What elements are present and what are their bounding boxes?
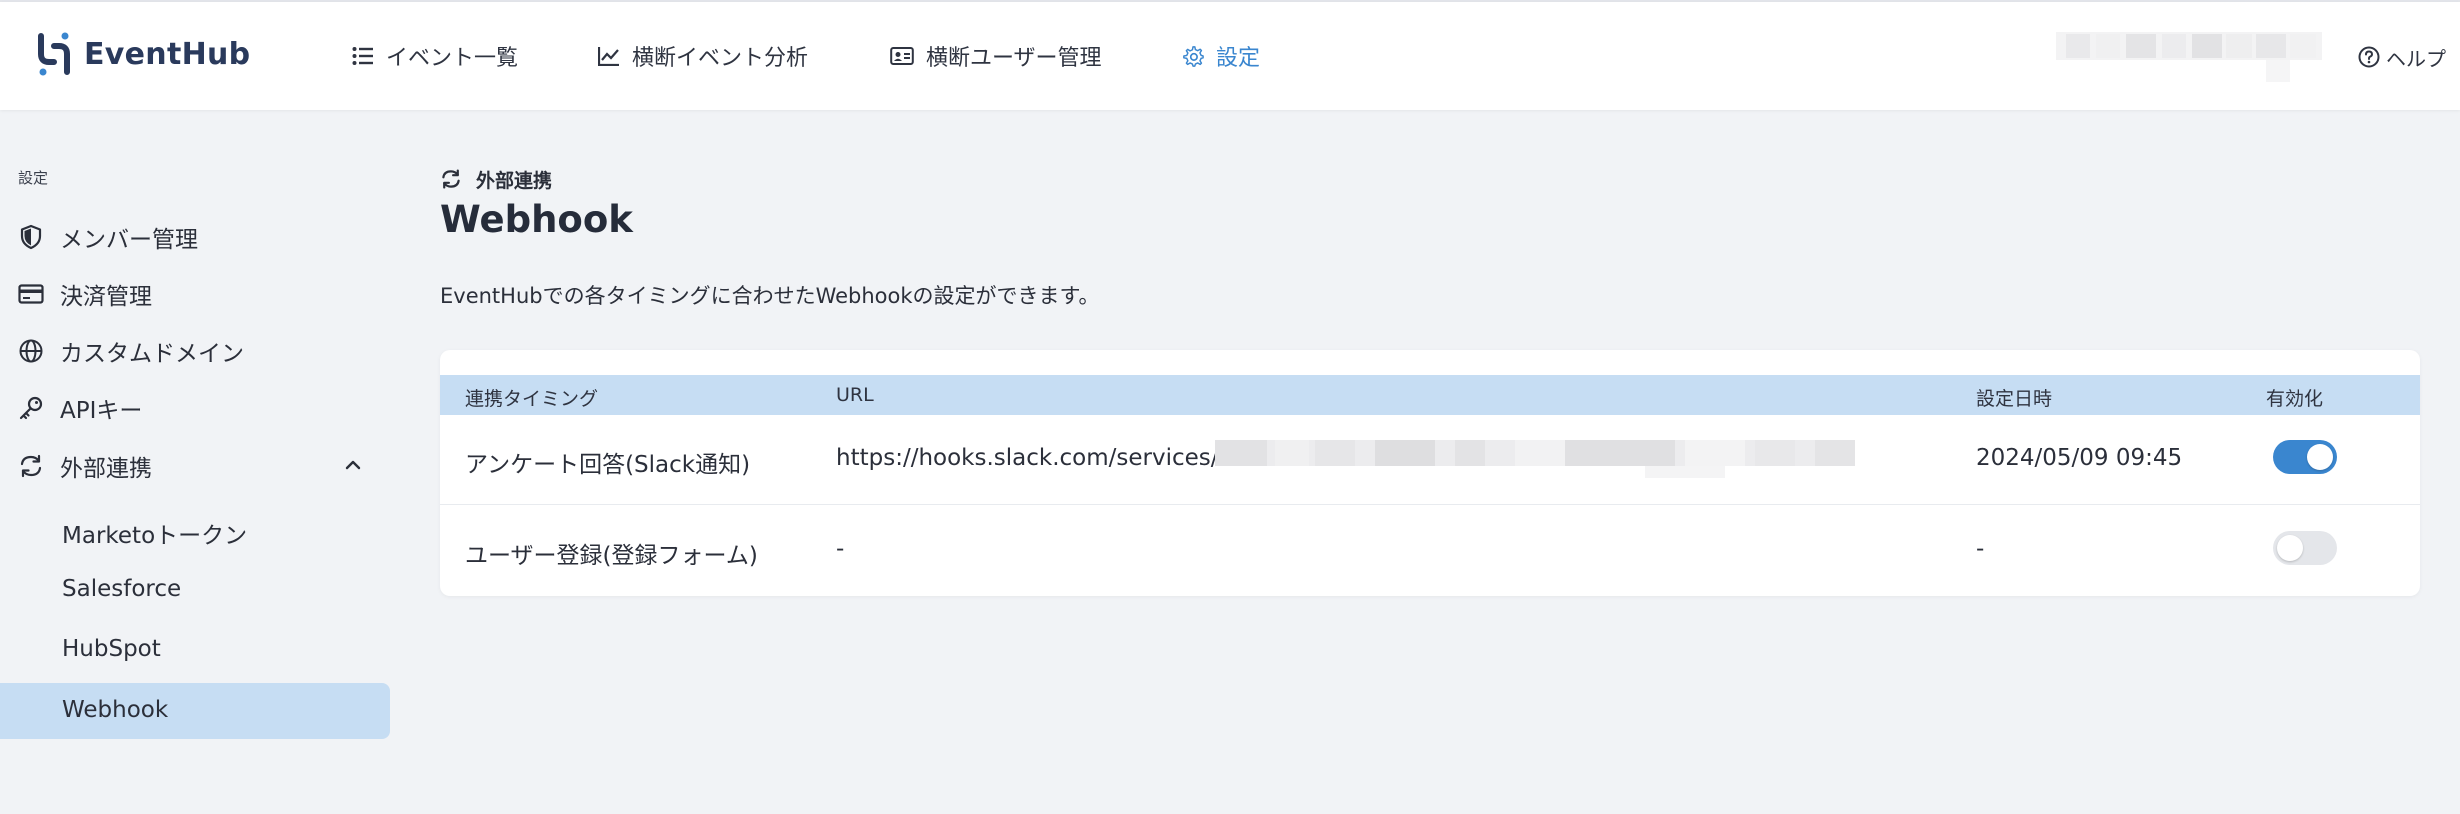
eventhub-logo-icon (38, 32, 70, 76)
cell-url: https://hooks.slack.com/services/ (836, 445, 1219, 471)
sidebar-subitem-hubspot[interactable]: HubSpot (0, 622, 390, 678)
sidebar-section-title: 設定 (18, 169, 49, 187)
column-header-enabled: 有効化 (2266, 388, 2324, 410)
sidebar-subitem-label: Salesforce (62, 576, 182, 602)
page-title: Webhook (440, 198, 633, 241)
url-masked-blur (1215, 440, 1855, 478)
nav-label: 横断ユーザー管理 (926, 46, 1102, 71)
question-circle-icon (2358, 46, 2380, 68)
enable-toggle[interactable] (2273, 440, 2337, 474)
help-link[interactable]: ヘルプ (2358, 40, 2446, 74)
app-name: EventHub (84, 36, 251, 72)
help-label: ヘルプ (2386, 46, 2446, 71)
column-header-datetime: 設定日時 (1976, 388, 2053, 410)
key-icon (19, 396, 43, 420)
table-row[interactable]: アンケート回答(Slack通知) https://hooks.slack.com… (440, 415, 2420, 505)
sidebar-subitem-salesforce[interactable]: Salesforce (0, 562, 390, 618)
sidebar-subitem-label: Webhook (62, 697, 169, 723)
top-header: EventHub イベント一覧 横断イベント分析 横断ユーザー管理 設定 ヘルプ (0, 2, 2460, 110)
shield-icon (20, 224, 42, 250)
column-header-timing: 連携タイミング (465, 388, 599, 410)
chevron-up-icon[interactable] (344, 456, 362, 474)
toggle-knob (2307, 444, 2333, 470)
enable-toggle[interactable] (2273, 531, 2337, 565)
nav-cross-event-analysis[interactable]: 横断イベント分析 (598, 36, 808, 76)
credit-card-icon (18, 284, 44, 304)
app-logo[interactable]: EventHub (34, 32, 250, 76)
nav-event-list[interactable]: イベント一覧 (352, 36, 518, 76)
breadcrumb-label: 外部連携 (476, 169, 553, 192)
cell-timing: アンケート回答(Slack通知) (465, 452, 751, 478)
sidebar-item-label: 決済管理 (60, 284, 152, 310)
sidebar-item-label: メンバー管理 (60, 227, 198, 253)
nav-settings[interactable]: 設定 (1182, 36, 1260, 76)
sync-icon (442, 169, 460, 189)
sidebar-subitem-marketo[interactable]: Marketoトークン (0, 502, 390, 558)
user-menu-masked[interactable] (2056, 30, 2322, 84)
cell-url: - (836, 536, 845, 562)
nav-label: 設定 (1216, 46, 1261, 71)
list-icon (352, 47, 373, 65)
chart-line-icon (598, 47, 619, 66)
sidebar-subitem-webhook[interactable]: Webhook (0, 683, 390, 739)
toggle-knob (2277, 535, 2303, 561)
sidebar-subitem-label: Marketoトークン (62, 523, 248, 549)
sidebar-item-members[interactable]: メンバー管理 (0, 209, 390, 265)
sidebar-item-label: APIキー (60, 398, 143, 424)
cell-timing: ユーザー登録(登録フォーム) (465, 543, 758, 569)
sidebar-item-label: 外部連携 (60, 456, 152, 482)
nav-label: 横断イベント分析 (632, 46, 809, 71)
sidebar-item-integrations[interactable]: 外部連携 (0, 438, 390, 494)
page-description: EventHubでの各タイミングに合わせたWebhookの設定ができます。 (440, 284, 1100, 308)
id-card-icon (890, 47, 914, 65)
breadcrumb: 外部連携 (440, 164, 552, 194)
sidebar-item-label: カスタムドメイン (60, 341, 244, 367)
cell-datetime: - (1976, 536, 1985, 562)
sidebar-item-payment[interactable]: 決済管理 (0, 266, 390, 322)
nav-cross-user-management[interactable]: 横断ユーザー管理 (890, 36, 1102, 76)
webhook-table: 連携タイミング URL 設定日時 有効化 アンケート回答(Slack通知) ht… (440, 350, 2420, 596)
sidebar-item-api-key[interactable]: APIキー (0, 380, 390, 436)
sidebar-subitem-label: HubSpot (62, 636, 161, 662)
gear-icon (1183, 46, 1204, 67)
globe-icon (19, 339, 43, 363)
cell-datetime: 2024/05/09 09:45 (1976, 445, 2183, 471)
table-row[interactable]: ユーザー登録(登録フォーム) - - (440, 506, 2420, 596)
nav-label: イベント一覧 (386, 46, 519, 71)
sync-icon (20, 454, 42, 478)
column-header-url: URL (836, 384, 874, 406)
sidebar-item-custom-domain[interactable]: カスタムドメイン (0, 323, 390, 379)
table-header: 連携タイミング URL 設定日時 有効化 (440, 375, 2420, 415)
